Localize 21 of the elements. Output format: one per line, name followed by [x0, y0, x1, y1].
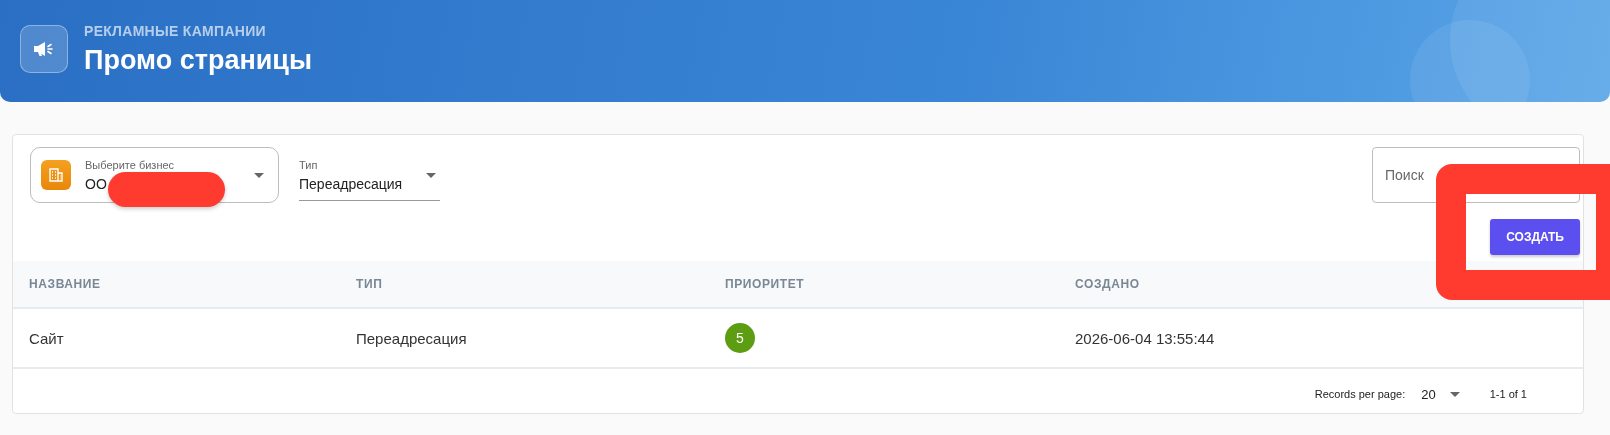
caret-icon — [254, 172, 264, 178]
column-header: ТИП — [356, 277, 384, 291]
per-page-select[interactable]: 20 — [1421, 386, 1464, 402]
caret-icon — [426, 173, 436, 178]
table-cell-text: Сайт — [29, 329, 65, 347]
table-row[interactable]: Сайт Переадресация 5 2026-06-04 13:55:44 — [13, 309, 1583, 369]
page-range: 1-1 of 1 — [1489, 388, 1527, 400]
caret-icon — [1449, 391, 1460, 397]
table-cell-text: 2026-06-04 13:55:44 — [1075, 329, 1216, 347]
records-per-page-label: Records per page: — [1314, 388, 1406, 400]
column-header: СОЗДАНО — [1075, 277, 1141, 291]
section-label: РЕКЛАМНЫЕ КАМПАНИИ — [84, 22, 267, 39]
priority-badge: 5 — [725, 323, 755, 353]
building-icon — [41, 160, 71, 190]
megaphone-icon — [20, 25, 68, 73]
table-cell-text: Переадресация — [356, 329, 468, 347]
page-title: Промо страницы — [84, 44, 312, 76]
column-header: ПРИОРИТЕТ — [725, 277, 806, 291]
create-button[interactable]: СОЗДАТЬ — [1490, 219, 1580, 255]
column-header: НАЗВАНИЕ — [29, 277, 102, 291]
type-select[interactable]: Тип Переадресация — [299, 151, 440, 201]
